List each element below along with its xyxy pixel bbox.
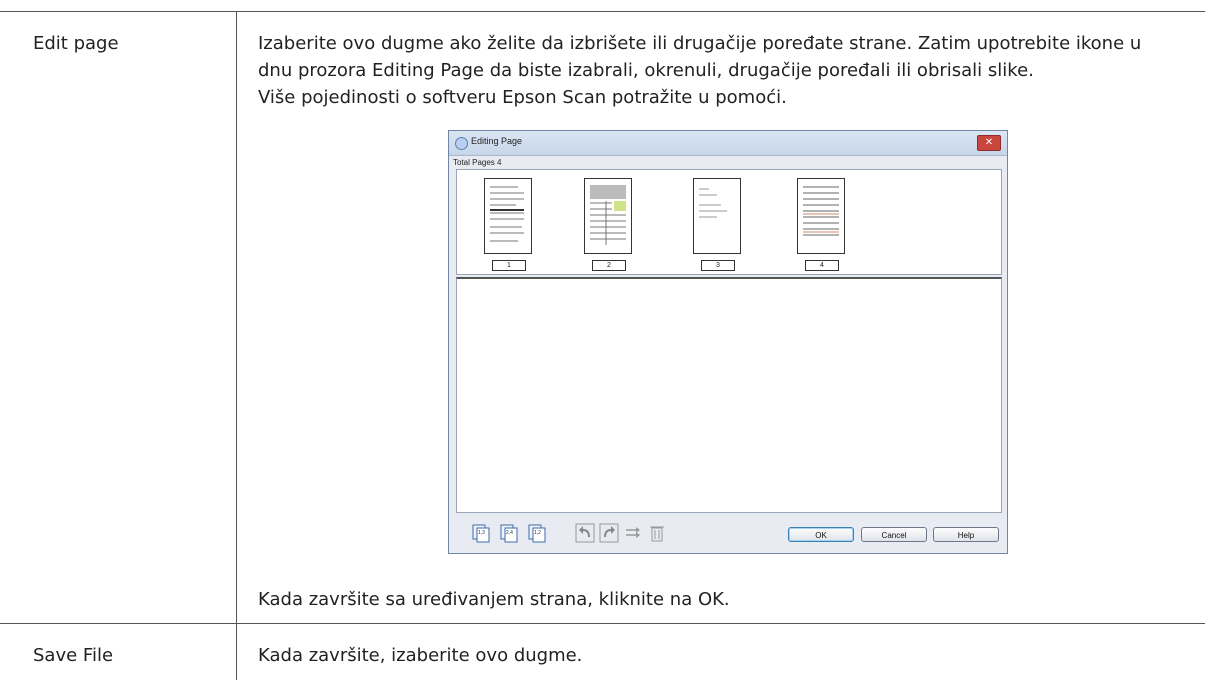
table-top-border xyxy=(0,11,1205,12)
page-number: 1 xyxy=(492,260,526,271)
page-content-icon xyxy=(803,186,839,236)
page-preview-area[interactable] xyxy=(456,277,1002,513)
select-all-pages-icon[interactable]: 1,2 xyxy=(527,523,547,543)
dialog-title-bar: Editing Page ✕ xyxy=(449,131,1007,156)
description-line-3: Više pojedinosti o softveru Epson Scan p… xyxy=(258,87,787,108)
dialog-toolbar: 1,3 2,4 1,2 OK Cancel Help xyxy=(449,519,1007,551)
page-number: 4 xyxy=(805,260,839,271)
page-content-icon xyxy=(590,185,626,245)
rotate-right-icon[interactable] xyxy=(599,523,619,543)
row-label-save-file: Save File xyxy=(33,645,114,666)
editing-page-dialog: Editing Page ✕ Total Pages 4 1 2 3 4 1,3… xyxy=(448,130,1008,554)
cancel-button[interactable]: Cancel xyxy=(861,527,927,542)
row-label-edit-page: Edit page xyxy=(33,33,119,54)
description-line-1: Izaberite ovo dugme ako želite da izbriš… xyxy=(258,33,1142,54)
page-content-icon xyxy=(490,186,524,242)
page-number: 2 xyxy=(592,260,626,271)
dialog-title: Editing Page xyxy=(471,136,523,146)
page-content-icon xyxy=(699,188,727,218)
page-thumbnail[interactable] xyxy=(584,178,632,254)
delete-page-icon[interactable] xyxy=(647,523,667,543)
page-thumbnail[interactable] xyxy=(484,178,532,254)
ok-button[interactable]: OK xyxy=(788,527,854,542)
svg-text:1,2: 1,2 xyxy=(534,530,541,536)
move-page-icon[interactable] xyxy=(623,523,643,543)
thumbnail-pane: 1 2 3 4 xyxy=(456,169,1002,275)
select-odd-pages-icon[interactable]: 1,3 xyxy=(471,523,491,543)
column-divider xyxy=(236,11,237,680)
document-table: Edit page Izaberite ovo dugme ako želite… xyxy=(0,0,1205,680)
page-number: 3 xyxy=(701,260,735,271)
svg-text:2,4: 2,4 xyxy=(506,530,513,536)
save-file-description: Kada završite, izaberite ovo dugme. xyxy=(258,645,583,666)
app-icon xyxy=(455,137,468,150)
help-button[interactable]: Help xyxy=(933,527,999,542)
rotate-left-icon[interactable] xyxy=(575,523,595,543)
page-thumbnail[interactable] xyxy=(797,178,845,254)
total-pages-label: Total Pages 4 xyxy=(453,158,502,167)
completion-instruction: Kada završite sa uređivanjem strana, kli… xyxy=(258,589,730,610)
svg-text:1,3: 1,3 xyxy=(478,530,485,536)
page-thumbnail[interactable] xyxy=(693,178,741,254)
close-icon[interactable]: ✕ xyxy=(977,135,1001,151)
description-line-2: dnu prozora Editing Page da biste izabra… xyxy=(258,60,1034,81)
select-even-pages-icon[interactable]: 2,4 xyxy=(499,523,519,543)
row-divider xyxy=(0,623,1205,624)
